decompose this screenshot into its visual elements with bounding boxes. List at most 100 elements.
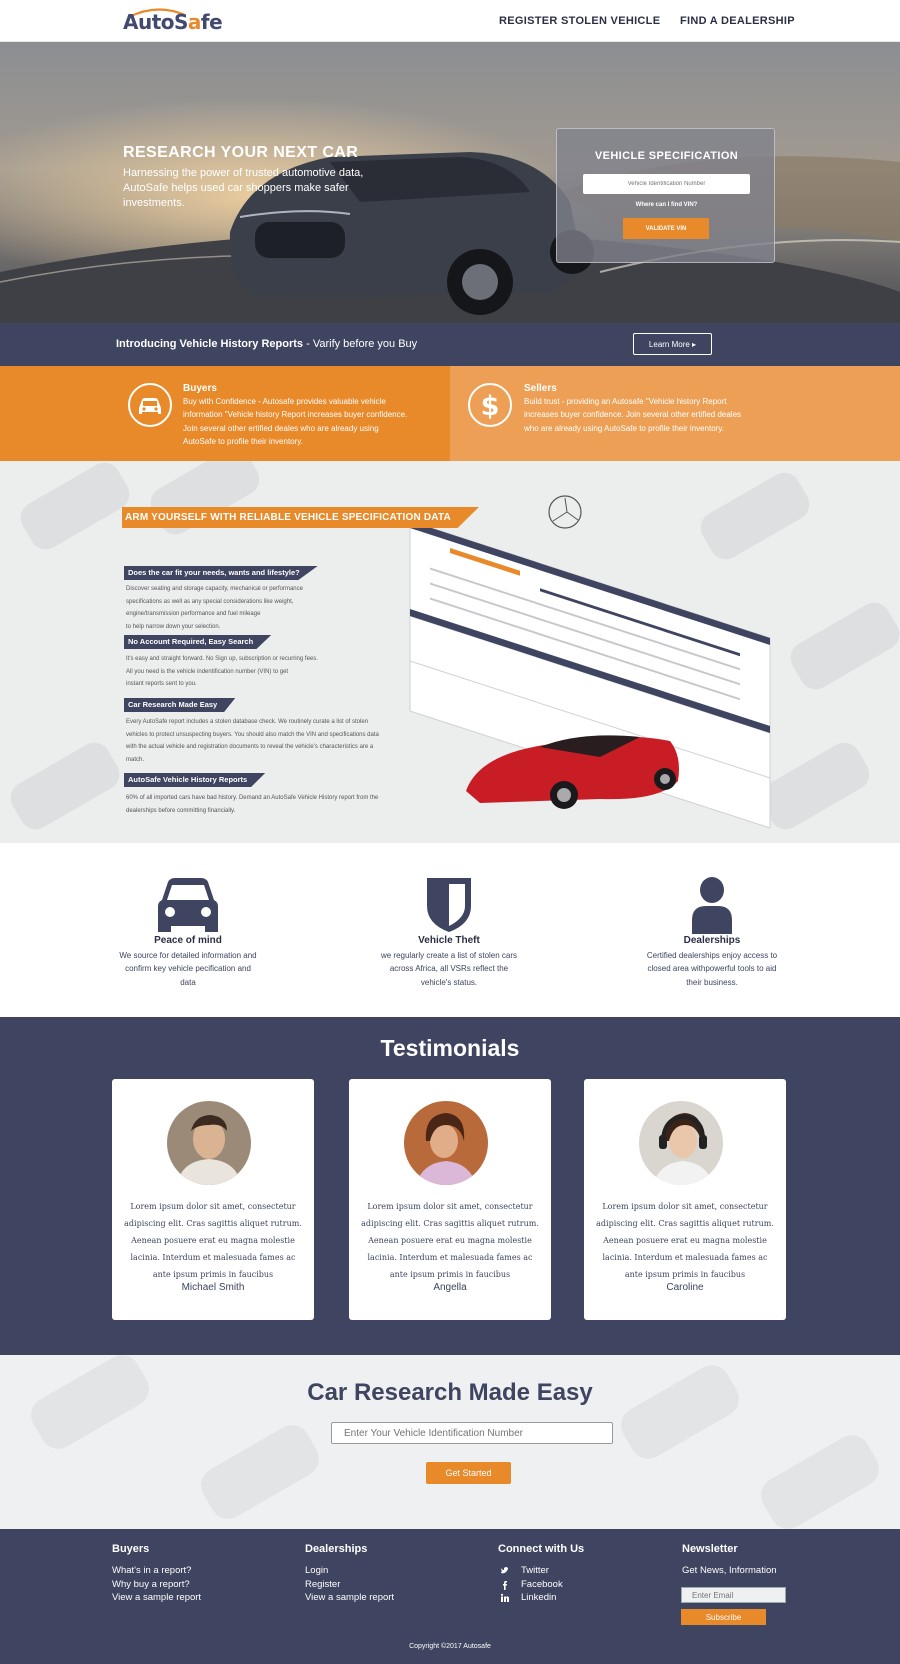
spec-item-text: Discover seating and storage capacity, m… bbox=[126, 583, 303, 633]
hero-subtitle: Harnessing the power of trusted automoti… bbox=[123, 167, 364, 209]
spec-item-text: It's easy and straight forward. No Sign … bbox=[126, 653, 318, 691]
footer-heading: Dealerships bbox=[305, 1543, 368, 1555]
testimonial-name: Caroline bbox=[666, 1282, 704, 1293]
hero: RESEARCH YOUR NEXT CAR Harnessing the po… bbox=[0, 42, 900, 323]
testimonial-line: Aenean posuere erat eu magna molestie bbox=[603, 1236, 767, 1245]
testimonial-line: Lorem ipsum dolor sit amet, consectetur bbox=[367, 1202, 533, 1211]
logo-accent: a bbox=[187, 10, 202, 34]
sellers-title: Sellers bbox=[524, 383, 557, 394]
spec-line: to help narrow down your selection. bbox=[126, 623, 221, 630]
feature-line: their business. bbox=[686, 977, 738, 987]
footer-link[interactable]: What's in a report? bbox=[112, 1565, 191, 1576]
testimonial-name: Michael Smith bbox=[181, 1282, 245, 1293]
feature-line: across Africa, all VSRs reflect the bbox=[389, 964, 509, 974]
spec-line: dealerships before committing financiall… bbox=[126, 807, 236, 814]
footer-link[interactable]: Why buy a report? bbox=[112, 1579, 190, 1590]
avatar bbox=[404, 1101, 488, 1185]
spec-item-title: AutoSafe Vehicle History Reports bbox=[124, 773, 266, 787]
spec-line: instant reports sent to you. bbox=[126, 681, 197, 687]
spec-item-title: Does the car fit your needs, wants and l… bbox=[124, 566, 318, 580]
logo-part: fe bbox=[200, 10, 223, 34]
cta-section: Car Research Made Easy Get Started bbox=[0, 1355, 900, 1529]
testimonial-card: Lorem ipsum dolor sit amet, consectetur … bbox=[584, 1079, 786, 1320]
car-front-icon bbox=[158, 878, 218, 932]
feature-text: We source for detailed information and c… bbox=[108, 949, 268, 989]
testimonial-line: Aenean posuere erat eu magna molestie bbox=[131, 1236, 295, 1245]
vehicle-spec-title: VEHICLE SPECIFICATION bbox=[594, 150, 739, 162]
site-footer: Buyers What's in a report? Why buy a rep… bbox=[0, 1529, 900, 1664]
testimonial-line: lacinia. Interdum et malesuada fames ac bbox=[130, 1253, 296, 1262]
sellers-text: Build trust - providing an Autosafe "Veh… bbox=[524, 397, 742, 433]
svg-text:$: $ bbox=[481, 391, 500, 422]
feature-line: data bbox=[180, 977, 196, 987]
subscribe-button[interactable]: Subscribe bbox=[681, 1609, 766, 1625]
avatar bbox=[167, 1101, 251, 1185]
nav-register-stolen-vehicle[interactable]: REGISTER STOLEN VEHICLE bbox=[499, 15, 660, 27]
spec-line: All you need is the vehicle indentificat… bbox=[126, 668, 289, 675]
logo[interactable]: AutoSafe bbox=[123, 10, 223, 34]
cta-title: Car Research Made Easy bbox=[307, 1379, 593, 1406]
spec-section: ARM YOURSELF WITH RELIABLE VEHICLE SPECI… bbox=[0, 461, 900, 843]
testimonial-line: ante ipsum primis in faucibus bbox=[624, 1270, 746, 1279]
user-icon bbox=[692, 877, 732, 934]
twitter-icon bbox=[501, 1567, 509, 1574]
buyers-text: Buy with Confidence - Autosafe provides … bbox=[183, 397, 408, 446]
footer-link[interactable]: View a sample report bbox=[112, 1592, 201, 1603]
feature-text: Certified dealerships enjoy access to cl… bbox=[632, 949, 792, 989]
newsletter-email-input[interactable] bbox=[681, 1587, 786, 1603]
shield-icon bbox=[427, 878, 471, 932]
facebook-icon bbox=[503, 1581, 507, 1590]
spec-line: match. bbox=[126, 756, 145, 763]
footer-link[interactable]: Register bbox=[305, 1579, 340, 1590]
spec-line: It's easy and straight forward. No Sign … bbox=[126, 656, 318, 662]
avatar bbox=[639, 1101, 723, 1185]
testimonials-section: Testimonials Lorem ipsum dolor sit amet,… bbox=[0, 1017, 900, 1355]
validate-vin-button[interactable]: VALIDATE VIN bbox=[623, 218, 709, 239]
footer-link-linkedin[interactable]: Linkedin bbox=[521, 1592, 556, 1603]
footer-link-twitter[interactable]: Twitter bbox=[521, 1565, 549, 1576]
spec-line: vehicles to protect unsuspecting buyers.… bbox=[126, 731, 379, 738]
spec-line: Every AutoSafe report includes a stolen … bbox=[126, 719, 369, 725]
nav-find-dealership[interactable]: FIND A DEALERSHIP bbox=[680, 15, 795, 27]
feature-line: vehicle's status. bbox=[420, 977, 478, 987]
feature-title: Dealerships bbox=[683, 935, 741, 946]
testimonial-line: adipiscing elit. Cras sagittis aliquet r… bbox=[596, 1219, 774, 1228]
feature-title: Peace of mind bbox=[154, 935, 222, 946]
feature-line: We source for detailed information and bbox=[119, 951, 257, 960]
vehicle-spec-panel: VEHICLE SPECIFICATION Where can I find V… bbox=[556, 128, 775, 263]
footer-heading: Buyers bbox=[112, 1543, 150, 1555]
copyright: Copyright ©2017 Autosafe bbox=[409, 1643, 491, 1650]
footer-link[interactable]: View a sample report bbox=[305, 1592, 394, 1603]
feature-title: Vehicle Theft bbox=[418, 935, 480, 946]
testimonial-line: Lorem ipsum dolor sit amet, consectetur bbox=[130, 1202, 296, 1211]
testimonial-line: ante ipsum primis in faucibus bbox=[389, 1270, 511, 1279]
hero-title: RESEARCH YOUR NEXT CAR bbox=[123, 144, 359, 161]
testimonial-line: ante ipsum primis in faucibus bbox=[152, 1270, 274, 1279]
testimonial-card: Lorem ipsum dolor sit amet, consectetur … bbox=[112, 1079, 314, 1320]
get-started-button[interactable]: Get Started bbox=[426, 1462, 511, 1484]
cta-vin-input[interactable] bbox=[331, 1422, 613, 1444]
spec-line: 60% of all imported cars have bad histor… bbox=[126, 795, 379, 801]
testimonials-title: Testimonials bbox=[380, 1035, 520, 1061]
feature-text: we regularly create a list of stolen car… bbox=[369, 949, 529, 989]
spec-item-text: Every AutoSafe report includes a stolen … bbox=[126, 716, 379, 766]
testimonial-line: Aenean posuere erat eu magna molestie bbox=[368, 1236, 532, 1245]
buyers-title: Buyers bbox=[183, 383, 217, 394]
footer-link-facebook[interactable]: Facebook bbox=[521, 1579, 563, 1590]
testimonial-line: lacinia. Interdum et malesuada fames ac bbox=[367, 1253, 533, 1262]
car-icon bbox=[128, 383, 172, 427]
testimonial-card: Lorem ipsum dolor sit amet, consectetur … bbox=[349, 1079, 551, 1320]
testimonial-text: Lorem ipsum dolor sit amet, consectetur … bbox=[124, 1198, 302, 1283]
intro-text: Introducing Vehicle History Reports - Va… bbox=[116, 338, 417, 350]
spec-line: engine/transmission performance and fuel… bbox=[126, 611, 261, 617]
spec-item-title: No Account Required, Easy Search bbox=[124, 635, 272, 649]
testimonial-line: adipiscing elit. Cras sagittis aliquet r… bbox=[361, 1219, 539, 1228]
testimonial-text: Lorem ipsum dolor sit amet, consectetur … bbox=[596, 1198, 774, 1283]
feature-line: Certified dealerships enjoy access to bbox=[646, 951, 778, 960]
dollar-icon: $ bbox=[468, 383, 512, 427]
footer-link[interactable]: Login bbox=[305, 1565, 328, 1576]
find-vin-link[interactable]: Where can I find VIN? bbox=[557, 202, 776, 208]
learn-more-button[interactable]: Learn More ▸ bbox=[633, 333, 712, 355]
feature-line: confirm key vehicle pecification and bbox=[125, 964, 251, 974]
vin-input[interactable] bbox=[583, 174, 750, 194]
